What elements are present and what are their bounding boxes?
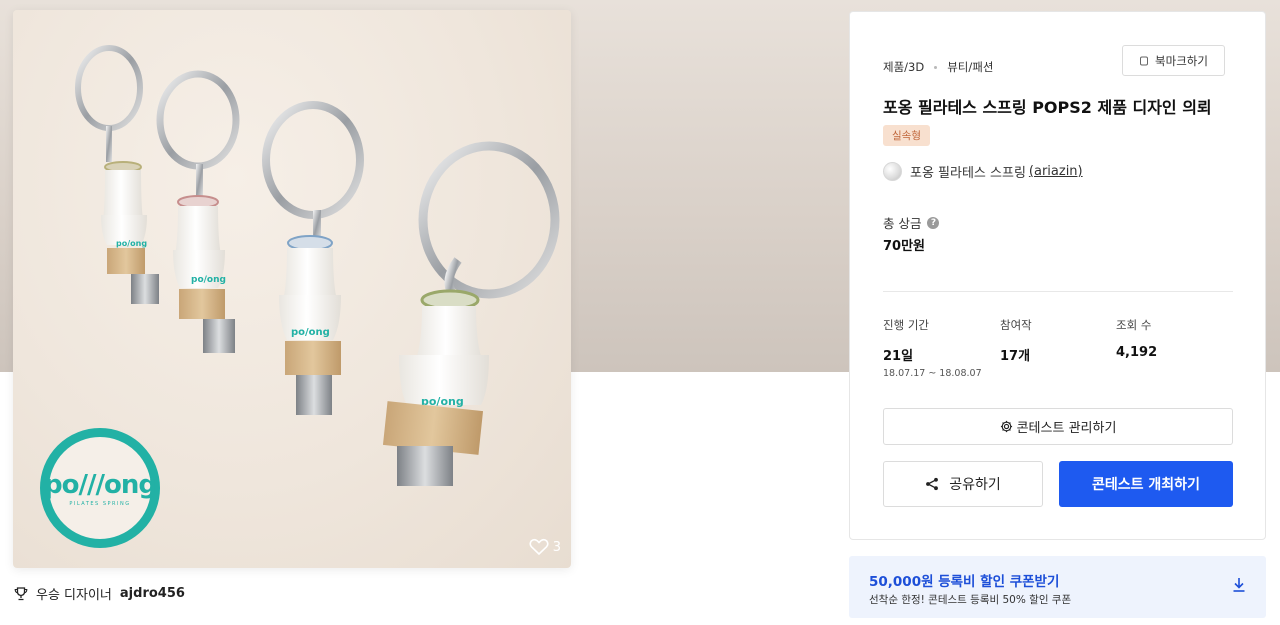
brand-logo-subtitle: PILATES SPRING [69, 500, 131, 507]
host-id-link[interactable]: (ariazin) [1029, 164, 1083, 179]
spring-handle-2: po/ong [156, 70, 240, 353]
prize-label-text: 총 상금 [883, 216, 922, 231]
bookmark-button[interactable]: 북마크하기 [1122, 45, 1225, 76]
stat-views-label: 조회 수 [1116, 318, 1152, 332]
contest-title: 포옹 필라테스 스프링 POPS2 제품 디자인 의뢰 [883, 98, 1212, 117]
category-breadcrumb: 제품/3D 뷰티/패션 [883, 59, 993, 75]
svg-text:po/ong: po/ong [291, 327, 330, 338]
contest-info-panel: 제품/3D 뷰티/패션 북마크하기 포옹 필라테스 스프링 POPS2 제품 디… [849, 11, 1266, 540]
coupon-title[interactable]: 50,000원 등록비 할인 쿠폰받기 [869, 570, 1059, 590]
bookmark-icon [1140, 56, 1149, 65]
coupon-banner[interactable]: 50,000원 등록비 할인 쿠폰받기 선착순 한정! 콘테스트 등록비 50%… [849, 556, 1266, 618]
heart-icon [529, 538, 549, 556]
bookmark-label: 북마크하기 [1155, 53, 1208, 68]
contest-type-badge: 실속형 [883, 125, 930, 146]
prize-label: 총 상금 ? [883, 213, 940, 232]
brand-logo: po///ong PILATES SPRING [40, 428, 160, 548]
manage-contest-label: 콘테스트 관리하기 [1016, 421, 1117, 436]
coupon-subtitle: 선착순 한정! 콘테스트 등록비 50% 할인 쿠폰 [869, 594, 1072, 606]
winner-designer: 우승 디자이너 ajdro456 [14, 584, 185, 603]
product-image[interactable]: po/ong po/ong po/ong po/ong po///ong PIL… [13, 10, 571, 568]
stat-period-value: 21일 [883, 349, 914, 364]
stat-entries: 참여작 17개 [1000, 317, 1032, 364]
share-label: 공유하기 [949, 477, 1001, 493]
share-icon [926, 477, 939, 491]
help-icon[interactable]: ? [927, 216, 940, 229]
like-count: 3 [552, 539, 561, 555]
download-icon[interactable] [1232, 577, 1246, 593]
brand-logo-word: po///ong [44, 469, 157, 500]
svg-text:po/ong: po/ong [191, 275, 226, 285]
host-name: 포옹 필라테스 스프링 [910, 166, 1026, 181]
divider [883, 291, 1233, 292]
stat-views-value: 4,192 [1116, 345, 1158, 360]
like-button[interactable]: 3 [529, 538, 561, 556]
stat-period-label: 진행 기간 [883, 318, 929, 332]
gear-icon [1000, 420, 1012, 433]
spring-handle-4: po/ong [382, 141, 560, 486]
stat-entries-label: 참여작 [1000, 318, 1032, 332]
category-separator [934, 65, 938, 69]
host-info[interactable]: 포옹 필라테스 스프링 (ariazin) [883, 162, 1083, 181]
prize-value: 70만원 [883, 239, 926, 254]
share-button[interactable]: 공유하기 [883, 461, 1043, 507]
svg-text:po/ong: po/ong [116, 239, 147, 248]
stat-entries-value: 17개 [1000, 349, 1031, 364]
stat-period: 진행 기간 21일 18.07.17 ~ 18.08.07 [883, 317, 982, 379]
spring-handle-1: po/ong [75, 45, 159, 304]
host-avatar [883, 162, 902, 181]
category-main[interactable]: 제품/3D [883, 59, 924, 75]
trophy-icon [14, 586, 28, 600]
manage-contest-button[interactable]: 콘테스트 관리하기 [883, 408, 1233, 445]
spring-handle-3: po/ong [262, 101, 364, 415]
winner-label: 우승 디자이너 [36, 588, 112, 603]
stat-period-range: 18.07.17 ~ 18.08.07 [883, 368, 982, 379]
host-contest-button[interactable]: 콘테스트 개최하기 [1059, 461, 1233, 507]
stat-views: 조회 수 4,192 [1116, 317, 1157, 360]
category-sub[interactable]: 뷰티/패션 [947, 59, 993, 75]
winner-name[interactable]: ajdro456 [120, 586, 185, 601]
